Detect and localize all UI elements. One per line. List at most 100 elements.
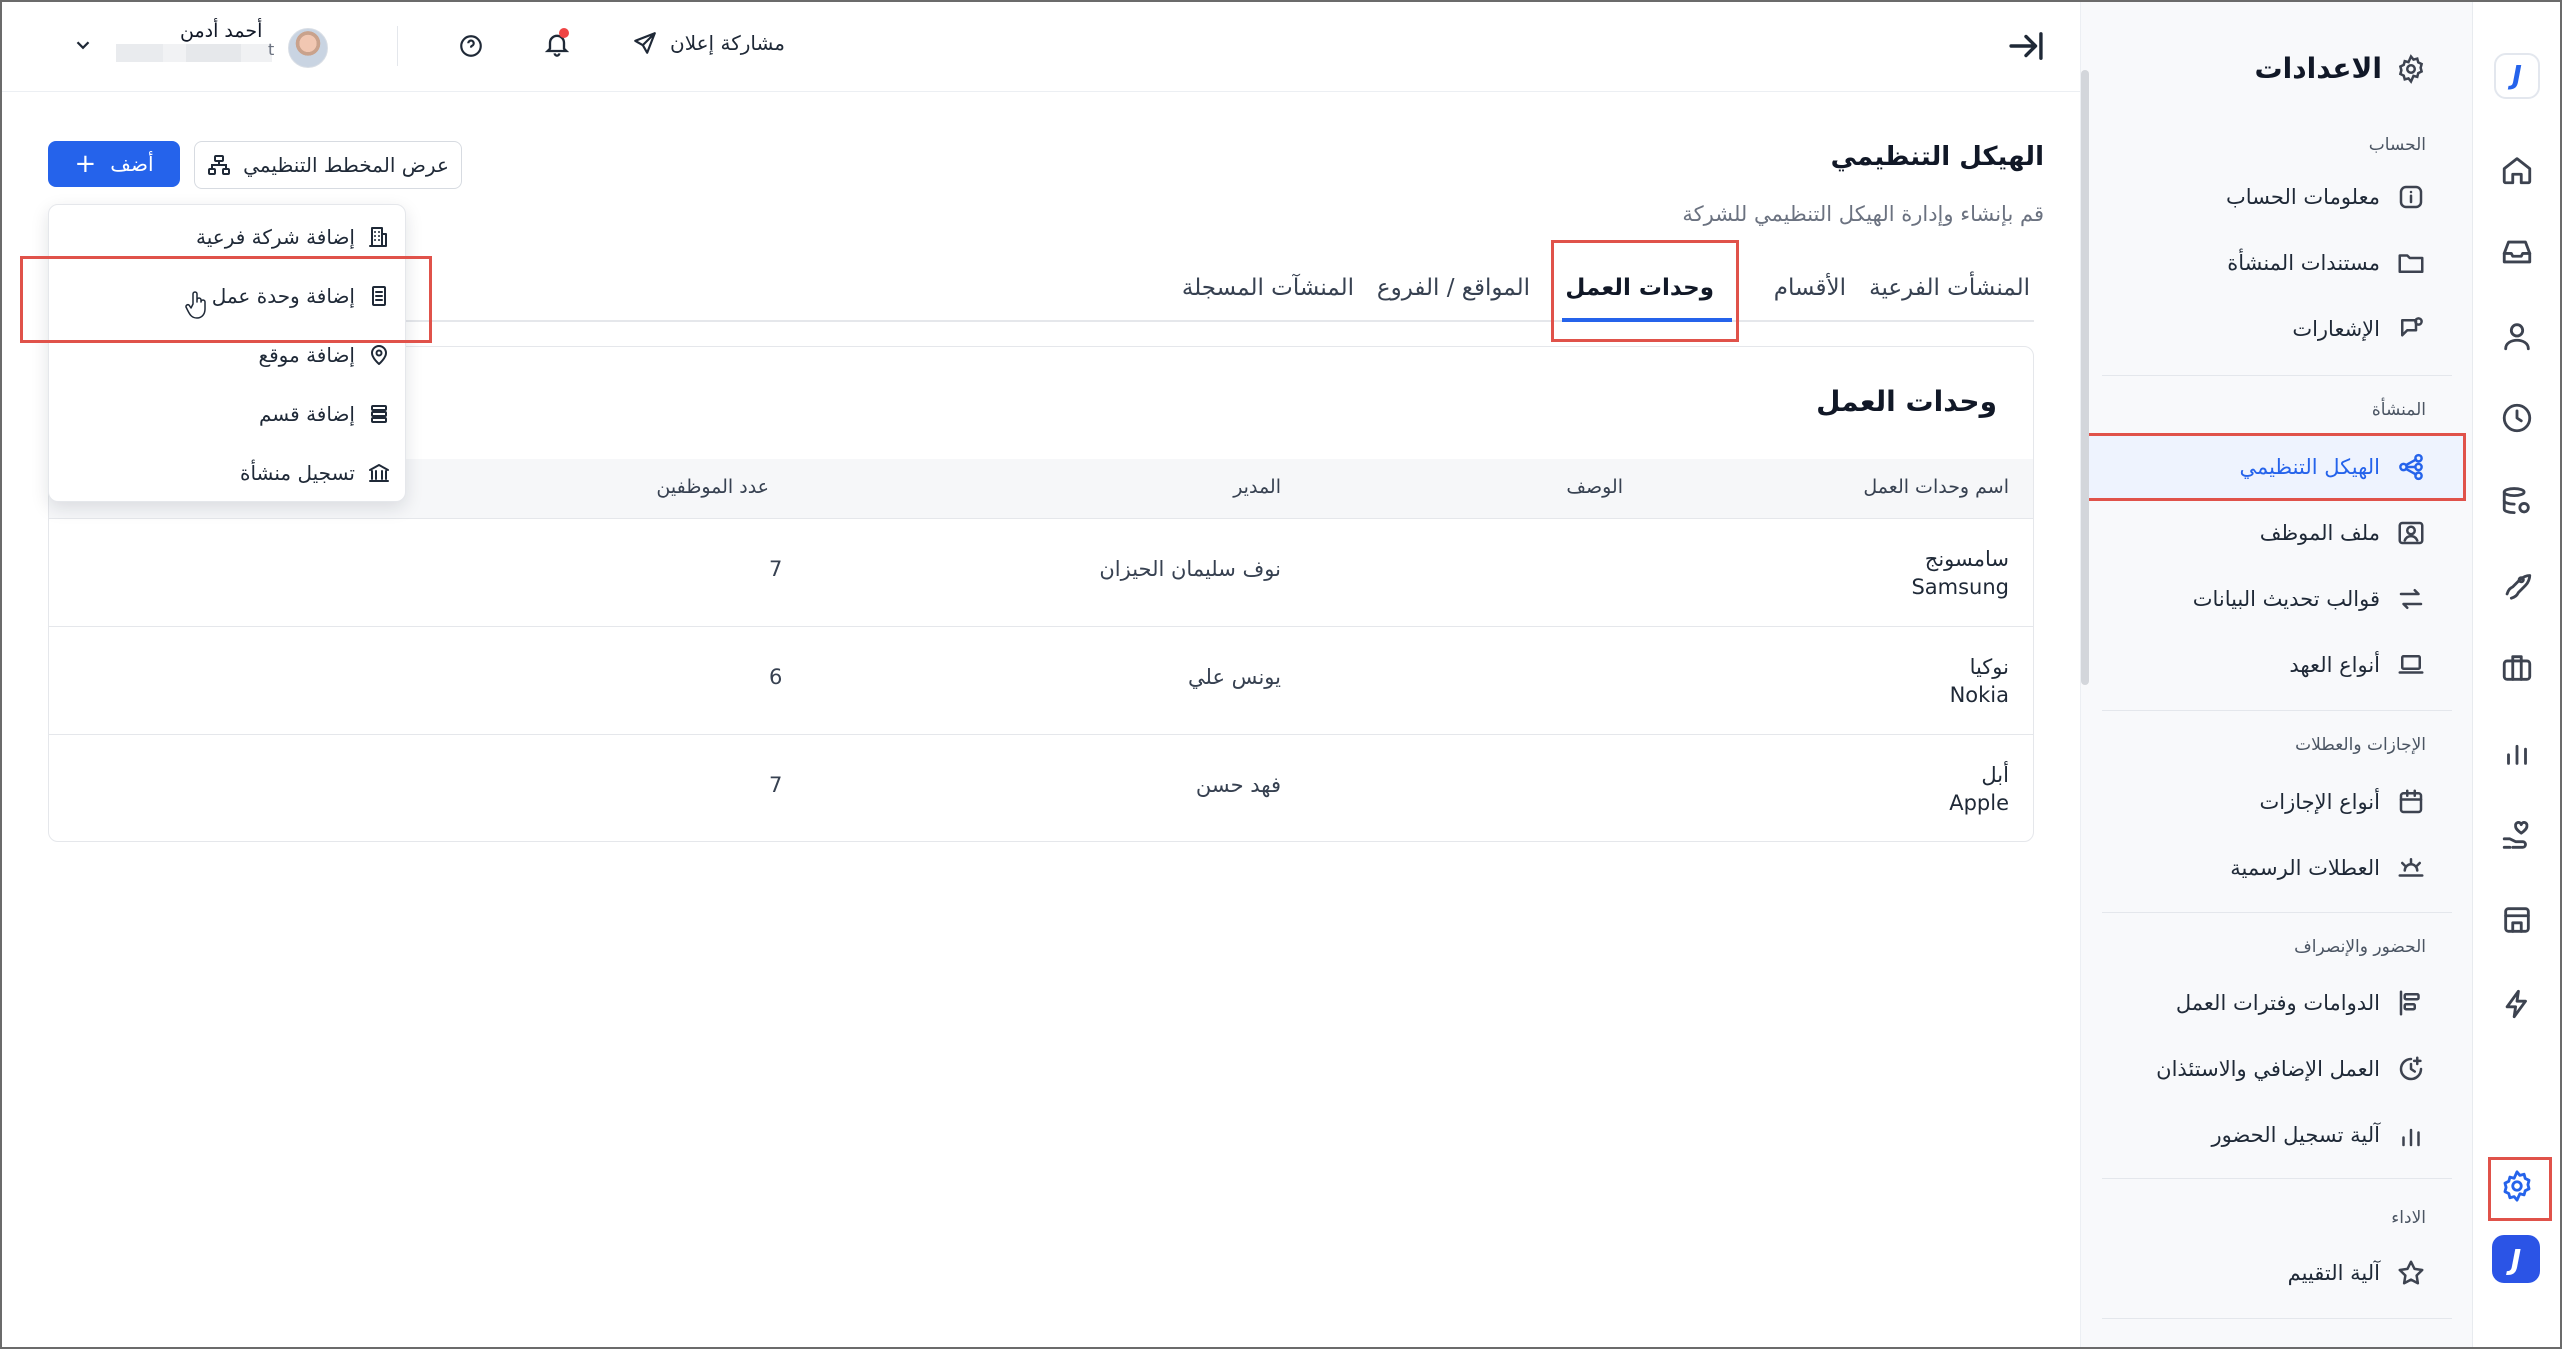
menu-item-label: إضافة شركة فرعية <box>196 225 355 249</box>
gear-icon <box>2398 53 2424 84</box>
cell-employee-count: 7 <box>769 557 783 581</box>
cell-manager: فهد حسن <box>1195 773 1281 797</box>
sidebar-item-data-update-templates[interactable]: قوالب تحديث البيانات <box>2193 579 2426 619</box>
table-row[interactable]: سامسونج Samsung نوف سليمان الحيزان 7 <box>49 519 2033 627</box>
highlight-box-add-work-unit <box>20 256 432 343</box>
add-button[interactable]: أضف + <box>48 141 180 187</box>
hand-cursor-icon <box>184 290 210 326</box>
building-icon <box>369 227 387 247</box>
cell-manager: نوف سليمان الحيزان <box>1099 557 1281 581</box>
work-unit-name-ar: أبل <box>1981 763 2009 787</box>
app-logo[interactable]: J <box>2494 53 2540 99</box>
sidebar-item-label: آلية التقييم <box>2287 1261 2380 1285</box>
group-label-account: الحساب <box>2368 135 2426 155</box>
column-header-employees: عدد الموظفين <box>656 476 769 498</box>
menu-item-label: إضافة قسم <box>259 402 355 426</box>
cell-work-unit-name: نوكيا Nokia <box>1950 653 2009 709</box>
sidebar-item-attendance-mechanism[interactable]: آلية تسجيل الحضور <box>2211 1115 2426 1155</box>
brand-badge[interactable]: J <box>2492 1235 2540 1283</box>
work-unit-name-ar: نوكيا <box>1969 655 2009 679</box>
work-unit-name-en: Apple <box>1949 791 2009 815</box>
menu-item-add-subsidiary[interactable]: إضافة شركة فرعية <box>196 217 391 257</box>
column-header-name: اسم وحدات العمل <box>1863 476 2009 498</box>
menu-item-add-department[interactable]: إضافة قسم <box>259 394 391 434</box>
page-title: الهيكل التنظيمي <box>1830 142 2044 172</box>
top-bar: مشاركة إعلان أحمد أدمن t <box>0 0 2080 92</box>
sidebar-item-account-info[interactable]: معلومات الحساب <box>2226 177 2426 217</box>
tab-registered-establishments[interactable]: المنشآت المسجلة <box>1182 275 1354 301</box>
user-icon[interactable] <box>2499 318 2535 354</box>
highlight-box-settings <box>2488 1157 2552 1221</box>
tab-subsidiaries[interactable]: المنشأت الفرعية <box>1869 275 2030 301</box>
divider <box>2102 375 2452 376</box>
sidebar-item-notifications[interactable]: الإشعارات <box>2292 309 2426 349</box>
view-org-chart-button[interactable]: عرض المخطط التنظيمي <box>194 141 462 189</box>
menu-item-label: إضافة موقع <box>258 343 355 367</box>
clock-icon[interactable] <box>2499 400 2535 436</box>
folder-icon <box>2398 254 2424 273</box>
tab-locations-branches[interactable]: المواقع / الفروع <box>1377 275 1530 301</box>
cell-employee-count: 7 <box>769 773 783 797</box>
sidebar-item-label: أنواع العهد <box>2289 653 2380 677</box>
divider <box>2102 1178 2452 1179</box>
user-name: أحمد أدمن <box>180 20 263 42</box>
menu-item-label: تسجيل منشأة <box>239 461 355 485</box>
group-label-company: المنشأة <box>2371 400 2426 420</box>
briefcase-icon[interactable] <box>2499 650 2535 686</box>
sidebar-item-label: العطلات الرسمية <box>2230 856 2380 880</box>
sidebar-item-public-holidays[interactable]: العطلات الرسمية <box>2230 848 2426 888</box>
share-announcement-label: مشاركة إعلان <box>670 31 786 55</box>
divider <box>2102 710 2452 711</box>
shifts-icon <box>2399 990 2420 1016</box>
sidebar-scrollbar[interactable] <box>2081 70 2089 685</box>
sidebar-item-label: آلية تسجيل الحضور <box>2211 1123 2380 1147</box>
notifications-bell-icon[interactable] <box>543 28 571 62</box>
store-icon[interactable] <box>2499 902 2535 938</box>
hierarchy-icon <box>2399 453 2423 481</box>
sidebar-item-employee-file[interactable]: ملف الموظف <box>2260 513 2426 553</box>
send-icon <box>634 32 656 54</box>
sidebar-item-company-documents[interactable]: مستندات المنشأة <box>2227 243 2426 283</box>
sidebar-item-evaluation[interactable]: آلية التقييم <box>2288 1253 2426 1293</box>
add-button-label: أضف <box>110 152 154 176</box>
avatar[interactable] <box>288 28 328 68</box>
help-icon[interactable] <box>458 33 484 63</box>
work-unit-name-ar: سامسونج <box>1924 547 2009 571</box>
home-icon[interactable] <box>2499 152 2535 188</box>
cell-manager: يونس علي <box>1188 665 1281 689</box>
swap-arrows-icon <box>2399 589 2423 609</box>
table-row[interactable]: نوكيا Nokia يونس علي 6 <box>49 627 2033 735</box>
notification-dot <box>559 28 569 38</box>
user-menu-chevron-down-icon[interactable] <box>72 34 94 60</box>
table-row[interactable]: أبل Apple فهد حسن 7 <box>49 735 2033 841</box>
sidebar-item-org-structure[interactable]: الهيكل التنظيمي <box>2239 447 2426 487</box>
collapse-sidebar-icon[interactable] <box>2007 28 2045 68</box>
rocket-icon[interactable] <box>2499 566 2535 602</box>
laptop-icon <box>2398 655 2424 674</box>
sidebar-item-label: مستندات المنشأة <box>2227 251 2380 275</box>
share-announcement-button[interactable]: مشاركة إعلان <box>632 30 785 56</box>
group-label-leaves: الإجازات والعطلات <box>2295 735 2426 755</box>
sidebar-item-overtime[interactable]: العمل الإضافي والاستئذان <box>2156 1049 2426 1089</box>
sidebar-item-label: أنواع الإجازات <box>2259 790 2380 814</box>
inbox-icon[interactable] <box>2499 234 2535 270</box>
divider <box>2102 1318 2452 1319</box>
sidebar-item-label: معلومات الحساب <box>2226 185 2380 209</box>
database-users-icon[interactable] <box>2499 484 2535 520</box>
calendar-icon <box>2399 789 2423 814</box>
sidebar-item-leave-types[interactable]: أنواع الإجازات <box>2259 782 2426 822</box>
highlight-box-work-units-tab <box>1551 240 1739 342</box>
sidebar-item-custody-types[interactable]: أنواع العهد <box>2289 645 2426 685</box>
settings-title: الاعدادات <box>2255 52 2426 85</box>
map-pin-icon <box>371 345 387 365</box>
hand-heart-icon[interactable] <box>2499 818 2535 854</box>
lightning-icon[interactable] <box>2499 986 2535 1022</box>
sidebar-item-label: العمل الإضافي والاستئذان <box>2156 1057 2380 1081</box>
group-label-attendance: الحضور والإنصراف <box>2294 937 2426 957</box>
page-description: قم بإنشاء وإدارة الهيكل التنظيمي للشركة <box>1682 202 2044 226</box>
tab-departments[interactable]: الأقسام <box>1774 275 1846 301</box>
icon-rail: J J <box>2472 0 2562 1349</box>
menu-item-register-establishment[interactable]: تسجيل منشأة <box>240 453 391 493</box>
chart-icon[interactable] <box>2499 734 2535 770</box>
sidebar-item-shifts[interactable]: الدوامات وفترات العمل <box>2176 983 2426 1023</box>
